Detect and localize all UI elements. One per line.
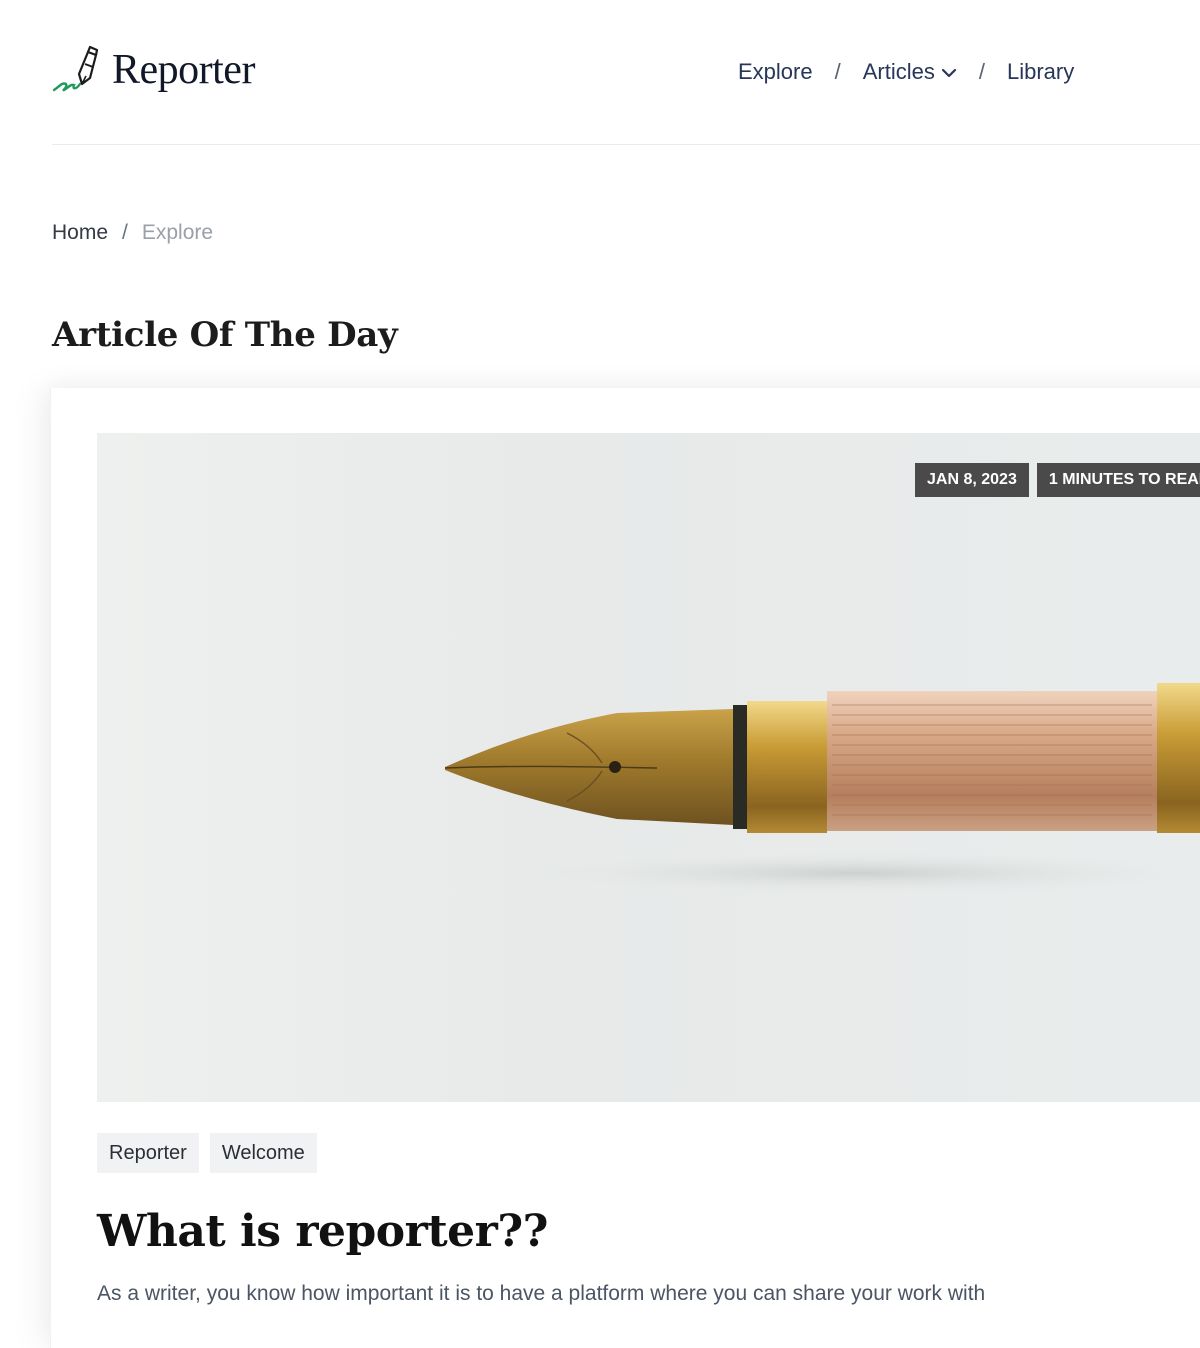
nav-separator: / — [834, 59, 841, 84]
tag-welcome[interactable]: Welcome — [209, 1133, 317, 1173]
date-badge: JAN 8, 2023 — [915, 463, 1029, 497]
chevron-down-icon — [941, 69, 956, 78]
site-header: Reporter Explore / Articles / Library — [52, 0, 1200, 145]
nav-library[interactable]: Library — [1007, 59, 1074, 85]
tag-list: Reporter Welcome — [97, 1133, 317, 1173]
fountain-pen-illustration — [444, 683, 1200, 895]
brand-name: Reporter — [112, 47, 255, 93]
read-time-badge: 1 MINUTES TO READ — [1036, 463, 1200, 497]
nav-articles[interactable]: Articles — [863, 59, 957, 85]
breadcrumb: Home / Explore — [52, 218, 213, 248]
pen-writing-icon — [52, 45, 99, 92]
main-nav: Explore / Articles / Library — [738, 56, 1074, 88]
article-meta: JAN 8, 2023 1 MINUTES TO READ — [915, 463, 1200, 497]
breadcrumb-current: Explore — [141, 221, 214, 244]
article-hero-image[interactable]: JAN 8, 2023 1 MINUTES TO READ — [97, 433, 1200, 1102]
brand-logo[interactable]: Reporter — [52, 44, 255, 96]
breadcrumb-separator: / — [122, 221, 128, 244]
article-excerpt: As a writer, you know how important it i… — [97, 1282, 986, 1305]
nav-explore[interactable]: Explore — [738, 59, 813, 85]
nav-articles-label: Articles — [862, 59, 935, 84]
article-card[interactable]: JAN 8, 2023 1 MINUTES TO READ Reporter W… — [50, 388, 1200, 1348]
breadcrumb-home[interactable]: Home — [52, 221, 108, 245]
section-title: Article Of The Day — [52, 315, 398, 355]
article-title[interactable]: What is reporter?? — [97, 1206, 548, 1257]
tag-reporter[interactable]: Reporter — [97, 1133, 199, 1173]
nav-separator: / — [978, 59, 985, 84]
